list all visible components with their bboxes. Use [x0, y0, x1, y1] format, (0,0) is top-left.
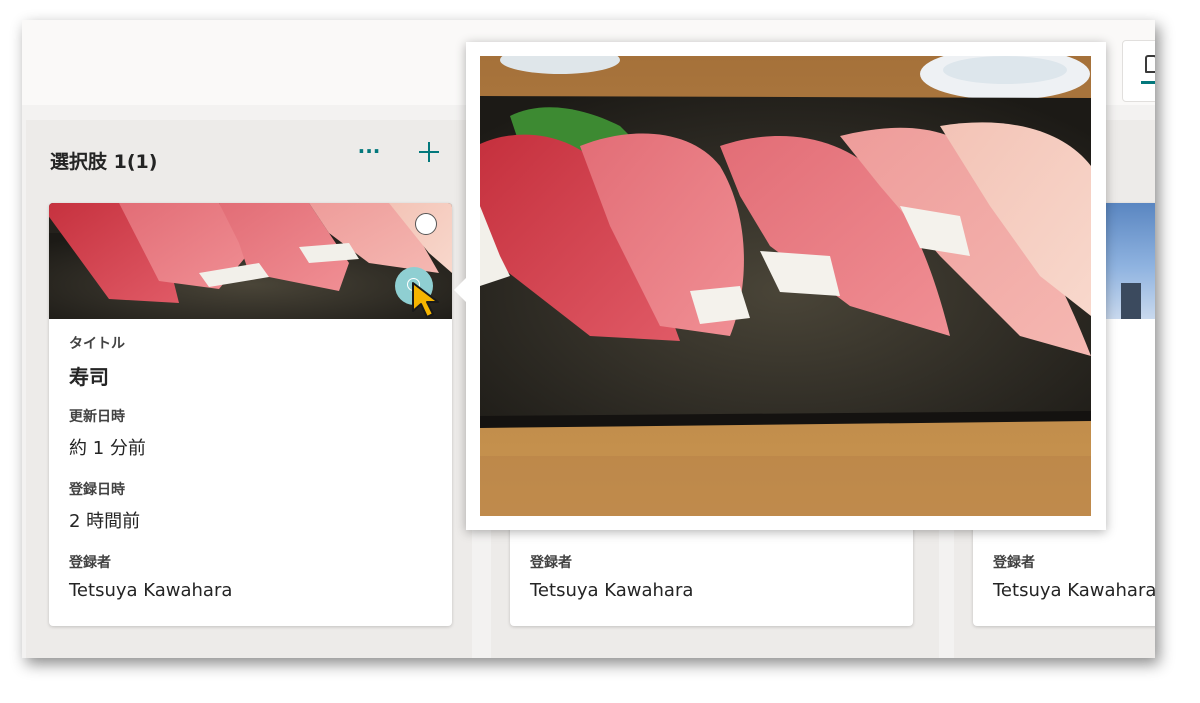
image-preview-popup: [454, 42, 1106, 530]
field-label: 登録者: [530, 555, 572, 571]
field-value: Tetsuya Kawahara: [530, 580, 694, 601]
field-value: 2 時間前: [69, 511, 141, 532]
card-view-icon: [1145, 55, 1155, 73]
card-sushi[interactable]: タイトル 寿司 更新日時 約 1 分前 登録日時 2 時間前 登録者 Tetsu…: [49, 203, 452, 626]
field-modified: 更新日時 約 1 分前: [69, 406, 146, 460]
field-created: 登録日時 2 時間前: [69, 479, 140, 533]
tab-selected-indicator: [1141, 81, 1155, 84]
field-value: 寿司: [69, 365, 109, 389]
field-author: 登録者 Tetsuya Kawahara: [69, 552, 232, 601]
field-label: 登録者: [69, 555, 111, 571]
card-thumbnail[interactable]: [49, 203, 452, 319]
field-label: 登録日時: [69, 482, 125, 498]
column-title: 選択肢 1(1): [50, 151, 158, 173]
field-value: 約 1 分前: [69, 438, 146, 459]
card-thumbnail[interactable]: [1103, 203, 1155, 319]
field-value: Tetsuya Kawahara: [69, 580, 233, 601]
field-author: 登録者 Tetsuya Kawahara: [993, 552, 1155, 601]
more-icon[interactable]: ···: [356, 141, 382, 164]
field-label: 更新日時: [69, 409, 125, 425]
field-title: タイトル 寿司: [69, 333, 125, 390]
popup-pointer: [454, 278, 466, 302]
field-author: 登録者 Tetsuya Kawahara: [530, 552, 693, 601]
select-circle-icon[interactable]: [415, 213, 437, 235]
preview-image: [480, 56, 1091, 516]
field-label: タイトル: [69, 336, 125, 352]
field-value: Tetsuya Kawahara: [993, 580, 1155, 601]
zoom-in-icon[interactable]: [395, 267, 433, 305]
board-column-1: 選択肢 1(1) ··· タイトル 寿司 更新日時 約 1 分前 登録日時 2 …: [26, 120, 472, 658]
field-label: 登録者: [993, 555, 1035, 571]
view-tab[interactable]: [1122, 40, 1155, 102]
plus-icon[interactable]: [418, 140, 440, 164]
